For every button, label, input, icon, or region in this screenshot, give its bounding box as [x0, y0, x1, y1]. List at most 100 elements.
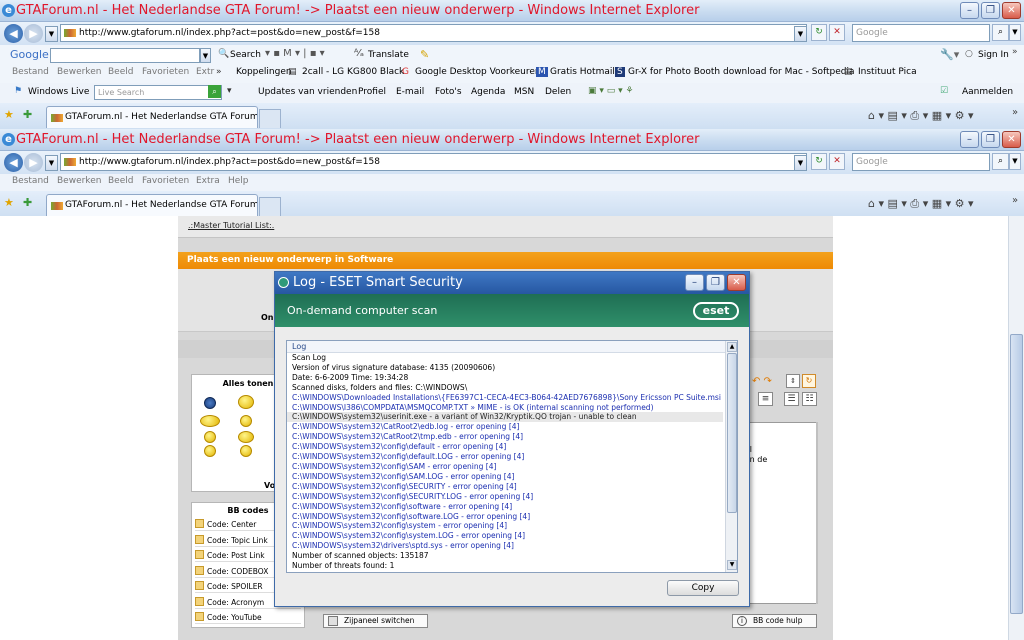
- align-right-icon[interactable]: ≡: [758, 392, 773, 406]
- google-search-button[interactable]: Search: [230, 50, 261, 60]
- font-size-icon[interactable]: ⇕: [786, 374, 800, 388]
- live-email[interactable]: E-mail: [396, 87, 424, 97]
- inner-address-input[interactable]: http://www.gtaforum.nl/index.php?act=pos…: [60, 153, 807, 171]
- log-line[interactable]: Version of virus signature database: 413…: [287, 363, 723, 373]
- spellcheck-icon[interactable]: ↻: [802, 374, 816, 388]
- highlight-icon[interactable]: ✎: [420, 48, 429, 61]
- inner-new-tab-button[interactable]: [259, 197, 281, 216]
- link-2call[interactable]: 2call - LG KG800 Black: [302, 67, 404, 77]
- command-bar-icons[interactable]: ⌂ ▾ ▤ ▾ ⎙ ▾ ▦ ▾ ⚙ ▾: [868, 109, 974, 123]
- address-input[interactable]: http://www.gtaforum.nl/index.php?act=pos…: [60, 24, 807, 42]
- live-search-dropdown-icon[interactable]: ▾: [227, 86, 232, 96]
- live-delen[interactable]: Delen: [545, 87, 571, 97]
- menu-extra[interactable]: Extr: [196, 67, 214, 77]
- dialog-close-button[interactable]: ✕: [727, 274, 746, 291]
- smiley-angel-icon[interactable]: [240, 415, 252, 427]
- page-scrollbar-thumb[interactable]: [1010, 334, 1023, 614]
- log-scroll-up-icon[interactable]: ▲: [727, 342, 737, 352]
- log-line[interactable]: C:\WINDOWS\system32\config\SAM - error o…: [287, 462, 723, 472]
- copy-button[interactable]: Copy: [667, 580, 739, 596]
- log-textbox[interactable]: Log Scan Log Version of virus signature d…: [286, 340, 738, 573]
- log-line[interactable]: C:\WINDOWS\system32\config\system.LOG - …: [287, 531, 723, 541]
- tab-gtaforum[interactable]: GTAForum.nl - Het Nederlandse GTA Forum!…: [46, 106, 258, 128]
- log-line[interactable]: C:\WINDOWS\system32\drivers\sptd.sys - e…: [287, 541, 723, 551]
- inner-menu-beeld[interactable]: Beeld: [108, 176, 133, 186]
- inner-forward-arrow-icon[interactable]: ▶: [24, 153, 43, 172]
- search-options-icon[interactable]: ▼: [1009, 24, 1021, 41]
- inner-search-icon[interactable]: ⌕: [992, 153, 1009, 170]
- inner-command-bar-icons[interactable]: ⌂ ▾ ▤ ▾ ⎙ ▾ ▦ ▾ ⚙ ▾: [868, 197, 974, 211]
- log-line[interactable]: C:\WINDOWS\system32\config\software.LOG …: [287, 512, 723, 522]
- log-scroll-down-icon[interactable]: ▼: [727, 560, 737, 570]
- live-updates[interactable]: Updates van vrienden: [258, 87, 357, 97]
- undo-redo-icon[interactable]: ↶ ↷: [752, 376, 772, 387]
- menu-bestand[interactable]: Bestand: [12, 67, 49, 77]
- log-line[interactable]: C:\WINDOWS\I386\COMPDATA\MSMQCOMP.TXT » …: [287, 403, 723, 413]
- smiley-laugh-icon[interactable]: [200, 415, 220, 427]
- live-search-input[interactable]: Live Search: [94, 85, 222, 100]
- inner-maximize-button[interactable]: ❐: [981, 131, 1000, 148]
- inner-minimize-button[interactable]: –: [960, 131, 979, 148]
- more-chevron-icon[interactable]: »: [1012, 47, 1018, 57]
- close-button[interactable]: ✕: [1002, 2, 1021, 19]
- new-tab-button[interactable]: [259, 109, 281, 128]
- editor-scrollbar[interactable]: [816, 422, 818, 604]
- inner-history-dropdown-icon[interactable]: ▼: [45, 155, 58, 171]
- bbcode-youtube[interactable]: Code: YouTube: [195, 611, 301, 624]
- minimize-button[interactable]: –: [960, 2, 979, 19]
- inner-search-input[interactable]: Google: [852, 153, 990, 171]
- log-line[interactable]: C:\WINDOWS\system32\config\SECURITY - er…: [287, 482, 723, 492]
- log-scrollbar-thumb[interactable]: [727, 353, 737, 513]
- log-line[interactable]: C:\WINDOWS\system32\config\default.LOG -…: [287, 452, 723, 462]
- menu-more-chevron-icon[interactable]: »: [216, 67, 222, 77]
- toolbar-buttons-icon[interactable]: ▾ ▪ M ▾ | ▪ ▾: [265, 48, 325, 59]
- log-line[interactable]: Number of scanned objects: 135187: [287, 551, 723, 561]
- smiley-blue-icon[interactable]: [204, 397, 216, 409]
- smiley-shy-icon[interactable]: [204, 445, 216, 457]
- stop-icon[interactable]: ✕: [829, 24, 845, 41]
- search-icon[interactable]: ⌕: [992, 24, 1009, 41]
- log-line[interactable]: C:\WINDOWS\system32\config\system - erro…: [287, 521, 723, 531]
- menu-bewerken[interactable]: Bewerken: [57, 67, 101, 77]
- smiley-wave-icon[interactable]: [238, 431, 254, 443]
- log-scrollbar[interactable]: ▲ ▼: [725, 341, 737, 572]
- refresh-icon[interactable]: ↻: [811, 24, 827, 41]
- google-search-input[interactable]: [50, 48, 200, 63]
- smiley-happy-icon[interactable]: [204, 431, 216, 443]
- address-dropdown-icon[interactable]: ▼: [794, 26, 807, 42]
- inner-menu-bewerken[interactable]: Bewerken: [57, 176, 101, 186]
- inner-menu-help[interactable]: Help: [228, 176, 249, 186]
- log-line[interactable]: Scan Log: [287, 353, 723, 363]
- inner-address-dropdown-icon[interactable]: ▼: [794, 155, 807, 171]
- log-line[interactable]: C:\WINDOWS\system32\config\SECURITY.LOG …: [287, 492, 723, 502]
- live-checkbox-icon[interactable]: ☑: [940, 86, 948, 96]
- log-line[interactable]: C:\WINDOWS\Downloaded Installations\{FE6…: [287, 393, 723, 403]
- inner-back-arrow-icon[interactable]: ◀: [4, 153, 23, 172]
- inner-add-favorite-icon[interactable]: ✚: [23, 196, 32, 209]
- link-hotmail[interactable]: Gratis Hotmail: [550, 67, 615, 77]
- windows-live-brand[interactable]: Windows Live: [28, 87, 89, 97]
- log-line[interactable]: Date: 6-6-2009 Time: 19:34:28: [287, 373, 723, 383]
- menu-beeld[interactable]: Beeld: [108, 67, 133, 77]
- numbered-list-icon[interactable]: ☷: [802, 392, 817, 406]
- inner-refresh-icon[interactable]: ↻: [811, 153, 827, 170]
- log-line[interactable]: C:\WINDOWS\system32\CatRoot2\tmp.edb - e…: [287, 432, 723, 442]
- log-line[interactable]: Number of threats found: 1: [287, 561, 723, 571]
- history-dropdown-icon[interactable]: ▼: [45, 26, 58, 42]
- inner-command-more-chevron-icon[interactable]: »: [1012, 195, 1018, 206]
- inner-favorites-star-icon[interactable]: ★: [4, 196, 14, 209]
- log-line[interactable]: C:\WINDOWS\system32\CatRoot2\edb.log - e…: [287, 422, 723, 432]
- inner-tab-gtaforum[interactable]: GTAForum.nl - Het Nederlandse GTA Forum!…: [46, 194, 258, 216]
- log-line[interactable]: C:\WINDOWS\system32\config\default - err…: [287, 442, 723, 452]
- google-dropdown-icon[interactable]: ▼: [200, 48, 211, 63]
- link-softpedia[interactable]: Gr-X for Photo Booth download for Mac - …: [628, 67, 855, 77]
- inner-stop-icon[interactable]: ✕: [829, 153, 845, 170]
- translate-button[interactable]: Translate: [368, 50, 409, 60]
- bbcode-help-button[interactable]: i BB code hulp: [732, 614, 817, 628]
- log-line[interactable]: C:\WINDOWS\system32\config\software - er…: [287, 502, 723, 512]
- favorites-star-icon[interactable]: ★: [4, 108, 14, 121]
- add-favorite-icon[interactable]: ✚: [23, 108, 32, 121]
- page-scrollbar[interactable]: [1008, 216, 1024, 640]
- log-line[interactable]: Scanned disks, folders and files: C:\WIN…: [287, 383, 723, 393]
- inner-search-options-icon[interactable]: ▼: [1009, 153, 1021, 170]
